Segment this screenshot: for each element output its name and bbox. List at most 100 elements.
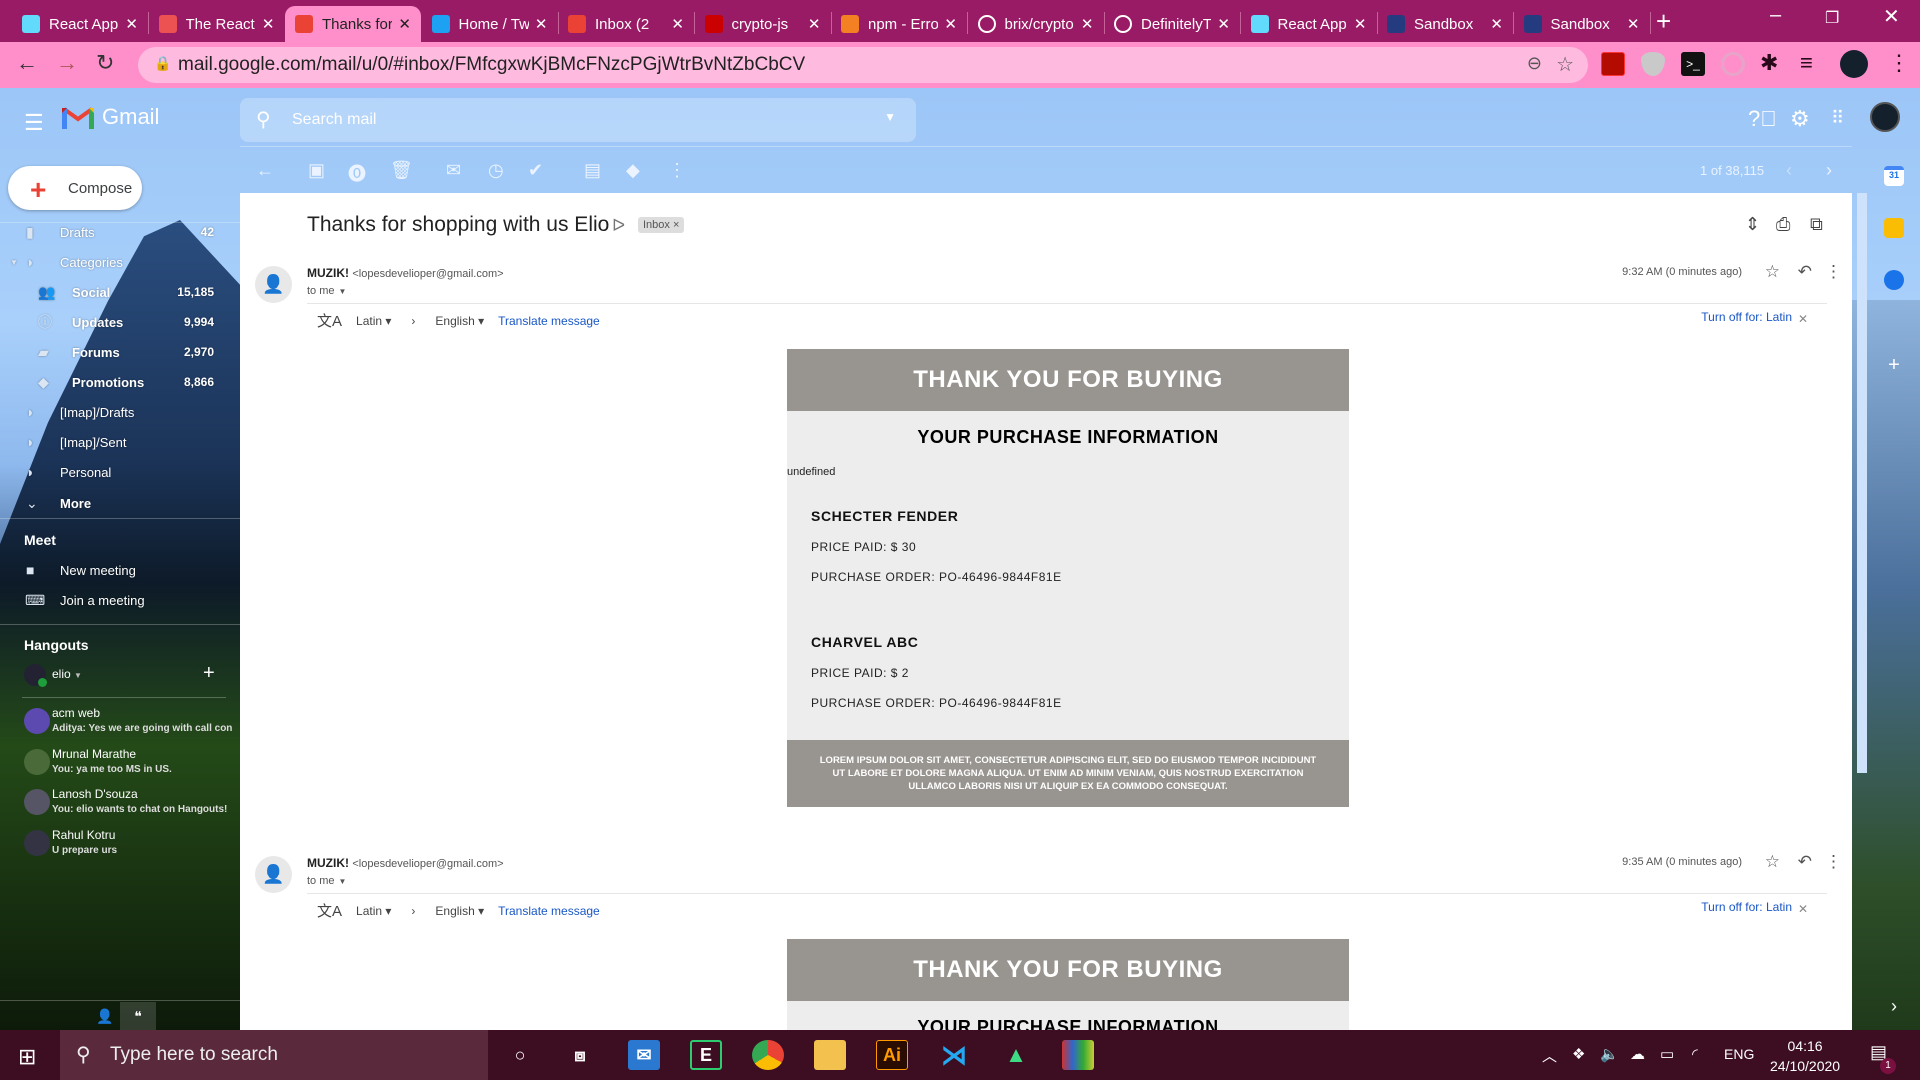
- hangouts-user-menu[interactable]: elio ▼: [52, 667, 82, 681]
- tasks-icon[interactable]: [1884, 270, 1904, 290]
- main-menu-icon[interactable]: ☰: [24, 110, 44, 136]
- close-tab-icon[interactable]: ✕: [944, 15, 957, 33]
- close-translate-icon[interactable]: ✕: [1798, 312, 1808, 326]
- help-icon[interactable]: ?⃝: [1748, 106, 1777, 132]
- back-button[interactable]: ←: [16, 50, 38, 76]
- onedrive-sync-icon[interactable]: ☁: [1630, 1045, 1645, 1063]
- sender[interactable]: MUZIK! <lopesdevelioper@gmail.com>: [307, 266, 504, 280]
- hangouts-chat-item[interactable]: Rahul Kotru U prepare urs: [24, 828, 234, 868]
- importance-marker-icon[interactable]: ᐅ: [612, 216, 625, 236]
- sidebar-item-imap-sent[interactable]: ◗ [Imap]/Sent: [0, 428, 240, 456]
- target-language-select[interactable]: English ▾: [435, 904, 484, 918]
- new-tab-button[interactable]: +: [1656, 6, 1671, 37]
- scrollbar[interactable]: [1857, 193, 1867, 773]
- target-extension-icon[interactable]: [1721, 52, 1745, 76]
- remove-label-icon[interactable]: ×: [673, 219, 679, 231]
- search-options-icon[interactable]: ▼: [884, 110, 896, 124]
- browser-tab[interactable]: npm - Error ✕: [831, 6, 967, 42]
- translate-message-link[interactable]: Translate message: [498, 904, 600, 918]
- browser-tab[interactable]: Inbox (2 ✕: [558, 6, 694, 42]
- get-addons-icon[interactable]: +: [1884, 355, 1904, 375]
- delete-icon[interactable]: 🗑: [390, 160, 413, 181]
- task-view-icon[interactable]: ⧈: [564, 1040, 596, 1070]
- sender[interactable]: MUZIK! <lopesdevelioper@gmail.com>: [307, 856, 504, 870]
- recipient-details-toggle[interactable]: to me ▼: [307, 285, 346, 297]
- media-control-icon[interactable]: ≡: [1800, 50, 1813, 76]
- source-language-select[interactable]: Latin ▾: [356, 314, 391, 328]
- collapse-all-icon[interactable]: ⇕: [1745, 214, 1760, 235]
- sidebar-item-categories[interactable]: ◗ Categories ▼: [0, 248, 240, 276]
- star-icon[interactable]: ☆: [1765, 262, 1780, 282]
- close-window-button[interactable]: ✕: [1883, 4, 1900, 29]
- chrome-app-icon[interactable]: [752, 1040, 784, 1070]
- winrar-app-icon[interactable]: [1062, 1040, 1094, 1070]
- sidebar-item-imap-drafts[interactable]: ◗ [Imap]/Drafts: [0, 398, 240, 426]
- hide-side-panel-icon[interactable]: ›: [1884, 996, 1904, 1016]
- search-input[interactable]: ⚲ Search mail ▼: [240, 98, 916, 142]
- input-language[interactable]: ENG: [1724, 1046, 1754, 1062]
- bookmark-star-icon[interactable]: ☆: [1556, 52, 1574, 77]
- terminal-extension-icon[interactable]: >_: [1681, 52, 1705, 76]
- sidebar-item-social[interactable]: 👥 Social 15,185: [0, 278, 240, 306]
- translate-message-link[interactable]: Translate message: [498, 314, 600, 328]
- close-tab-icon[interactable]: ✕: [398, 15, 411, 33]
- browser-tab[interactable]: React App ✕: [12, 6, 148, 42]
- reply-icon[interactable]: ↶: [1798, 852, 1812, 872]
- dropbox-icon[interactable]: ❖: [1572, 1045, 1585, 1063]
- browser-tab[interactable]: Sandbox ✕: [1377, 6, 1513, 42]
- taskbar-search-input[interactable]: ⚲ Type here to search: [60, 1030, 488, 1080]
- compose-button[interactable]: + Compose: [8, 166, 142, 210]
- gmail-logo[interactable]: Gmail: [62, 104, 159, 130]
- mail-app-icon[interactable]: ✉: [628, 1040, 660, 1070]
- close-tab-icon[interactable]: ✕: [1490, 15, 1503, 33]
- source-language-select[interactable]: Latin ▾: [356, 904, 391, 918]
- battery-icon[interactable]: ▭: [1660, 1045, 1674, 1063]
- extensions-puzzle-icon[interactable]: ✱: [1760, 50, 1778, 76]
- profile-avatar[interactable]: [1840, 50, 1868, 78]
- more-actions-icon[interactable]: ⋮: [668, 160, 686, 181]
- close-tab-icon[interactable]: ✕: [125, 15, 138, 33]
- reply-icon[interactable]: ↶: [1798, 262, 1812, 282]
- turn-off-translate-link[interactable]: Turn off for: Latin: [1701, 900, 1792, 914]
- volume-icon[interactable]: 🔈: [1600, 1045, 1619, 1063]
- sidebar-item-personal[interactable]: ◗ Personal: [0, 458, 240, 486]
- reload-button[interactable]: ↻: [96, 50, 114, 76]
- browser-tab[interactable]: Sandbox ✕: [1514, 6, 1650, 42]
- star-icon[interactable]: ☆: [1765, 852, 1780, 872]
- hangouts-tab-icon[interactable]: ❝: [120, 1002, 156, 1030]
- apps-grid-icon[interactable]: ⠿: [1831, 108, 1844, 129]
- older-icon[interactable]: ›: [1826, 160, 1832, 181]
- file-explorer-icon[interactable]: [814, 1040, 846, 1070]
- browser-tab[interactable]: DefinitelyTyped ✕: [1104, 6, 1240, 42]
- keep-icon[interactable]: [1884, 218, 1904, 238]
- open-new-window-icon[interactable]: ⧉: [1810, 214, 1823, 235]
- move-to-icon[interactable]: ▤: [584, 160, 601, 181]
- terminal-app-icon[interactable]: E: [690, 1040, 722, 1070]
- browser-tab[interactable]: React App ✕: [1241, 6, 1377, 42]
- expand-arrow-icon[interactable]: ▼: [10, 258, 18, 267]
- mark-unread-icon[interactable]: ✉: [446, 160, 461, 181]
- print-icon[interactable]: ⎙: [1776, 214, 1790, 235]
- new-conversation-button[interactable]: +: [203, 662, 215, 685]
- close-tab-icon[interactable]: ✕: [671, 15, 684, 33]
- add-task-icon[interactable]: ✔: [528, 160, 543, 181]
- close-tab-icon[interactable]: ✕: [1081, 15, 1094, 33]
- close-tab-icon[interactable]: ✕: [1354, 15, 1367, 33]
- more-options-icon[interactable]: ⋮: [1825, 852, 1842, 872]
- search-icon[interactable]: ⚲: [256, 107, 271, 132]
- wifi-icon[interactable]: ◜: [1692, 1045, 1698, 1063]
- illustrator-app-icon[interactable]: Ai: [876, 1040, 908, 1070]
- archive-icon[interactable]: ▣: [308, 160, 325, 181]
- inbox-label-chip[interactable]: Inbox ×: [638, 217, 685, 233]
- new-meeting-item[interactable]: ■ New meeting: [0, 556, 240, 584]
- close-tab-icon[interactable]: ✕: [1217, 15, 1230, 33]
- account-avatar[interactable]: [1870, 102, 1900, 132]
- settings-gear-icon[interactable]: ⚙: [1790, 106, 1810, 132]
- browser-menu-icon[interactable]: ⋮: [1888, 50, 1910, 76]
- address-bar[interactable]: 🔒 mail.google.com/mail/u/0/#inbox/FMfcgx…: [138, 47, 1588, 83]
- maximize-button[interactable]: ❐: [1825, 8, 1839, 28]
- sidebar-item-forums[interactable]: ▰ Forums 2,970: [0, 338, 240, 366]
- close-tab-icon[interactable]: ✕: [262, 15, 275, 33]
- minimize-button[interactable]: –: [1770, 4, 1781, 27]
- sidebar-item-updates[interactable]: ⓘ Updates 9,994: [0, 308, 240, 336]
